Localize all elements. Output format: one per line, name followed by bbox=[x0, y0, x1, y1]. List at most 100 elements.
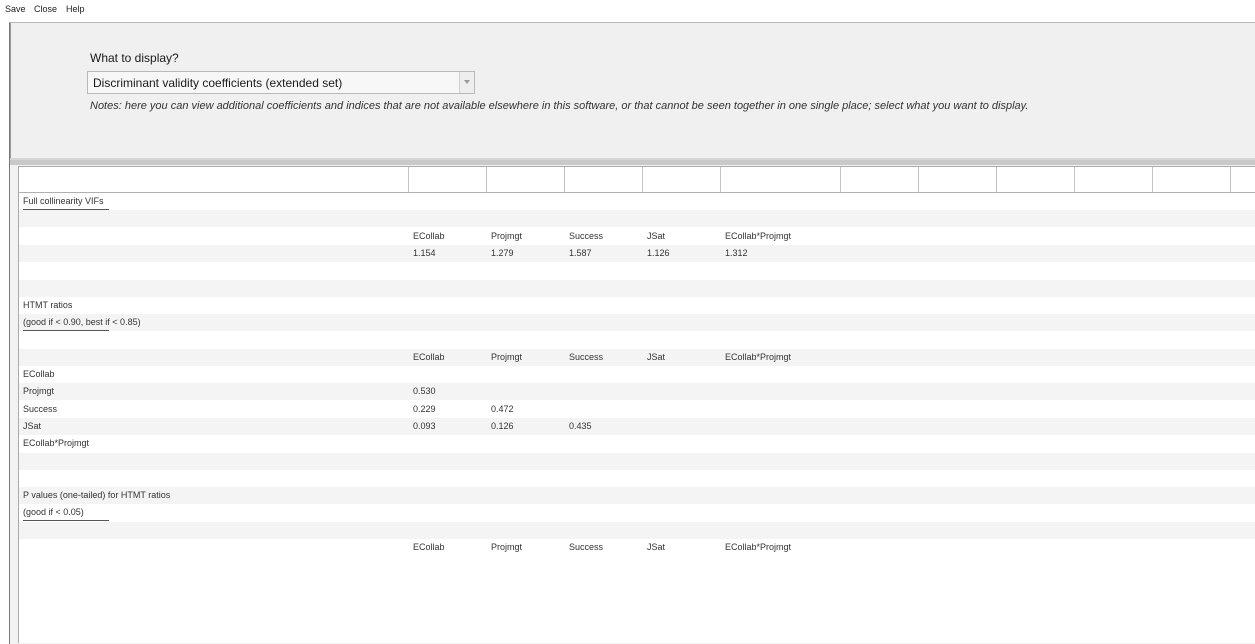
value-cell[interactable]: Projmgt bbox=[487, 349, 565, 366]
grid-header-cell[interactable] bbox=[721, 167, 841, 193]
value-cell[interactable] bbox=[409, 487, 487, 504]
value-cell[interactable] bbox=[487, 331, 565, 348]
value-cell[interactable] bbox=[721, 193, 921, 210]
value-cell[interactable] bbox=[565, 453, 643, 470]
value-cell[interactable] bbox=[409, 470, 487, 487]
value-cell[interactable]: ECollab bbox=[409, 228, 487, 245]
value-cell[interactable] bbox=[487, 504, 565, 521]
value-cell[interactable]: ECollab*Projmgt bbox=[721, 228, 921, 245]
value-cell[interactable] bbox=[643, 401, 721, 418]
row-label-cell[interactable]: (good if < 0.05) bbox=[19, 504, 409, 521]
value-cell[interactable] bbox=[487, 487, 565, 504]
row-label-cell[interactable]: Success bbox=[19, 401, 409, 418]
row-label-cell[interactable] bbox=[19, 539, 409, 556]
row-label-cell[interactable]: JSat bbox=[19, 418, 409, 435]
value-cell[interactable] bbox=[721, 487, 921, 504]
value-cell[interactable] bbox=[643, 453, 721, 470]
value-cell[interactable] bbox=[643, 366, 721, 383]
value-cell[interactable] bbox=[487, 522, 565, 539]
row-label-cell[interactable] bbox=[19, 210, 409, 227]
value-cell[interactable]: 1.126 bbox=[643, 245, 721, 262]
value-cell[interactable]: Projmgt bbox=[487, 228, 565, 245]
value-cell[interactable] bbox=[643, 504, 721, 521]
value-cell[interactable] bbox=[487, 314, 565, 331]
row-label-cell[interactable]: ECollab bbox=[19, 366, 409, 383]
value-cell[interactable] bbox=[643, 383, 721, 400]
value-cell[interactable] bbox=[721, 314, 921, 331]
grid-header-cell[interactable] bbox=[997, 167, 1075, 193]
results-grid[interactable]: Full collinearity VIFs ECollab Projmgt Succ… bbox=[18, 166, 1255, 643]
row-label-cell[interactable] bbox=[19, 349, 409, 366]
row-label-cell[interactable] bbox=[19, 262, 409, 279]
value-cell[interactable]: Success bbox=[565, 539, 643, 556]
grid-header-cell[interactable] bbox=[643, 167, 721, 193]
row-label-cell[interactable]: (good if < 0.90, best if < 0.85) bbox=[19, 314, 409, 331]
row-label-cell[interactable]: Projmgt bbox=[19, 383, 409, 400]
value-cell[interactable] bbox=[721, 470, 921, 487]
value-cell[interactable] bbox=[643, 210, 721, 227]
value-cell[interactable] bbox=[643, 193, 721, 210]
row-label-cell[interactable]: Full collinearity VIFs bbox=[19, 193, 409, 210]
display-select[interactable]: Discriminant validity coefficients (exte… bbox=[87, 71, 475, 94]
value-cell[interactable] bbox=[409, 522, 487, 539]
value-cell[interactable] bbox=[721, 522, 921, 539]
value-cell[interactable] bbox=[721, 401, 921, 418]
value-cell[interactable] bbox=[565, 401, 643, 418]
grid-header-cell[interactable] bbox=[841, 167, 919, 193]
value-cell[interactable]: 0.093 bbox=[409, 418, 487, 435]
value-cell[interactable]: 0.530 bbox=[409, 383, 487, 400]
value-cell[interactable] bbox=[565, 262, 643, 279]
value-cell[interactable]: 1.312 bbox=[721, 245, 921, 262]
value-cell[interactable] bbox=[565, 210, 643, 227]
value-cell[interactable] bbox=[643, 418, 721, 435]
value-cell[interactable] bbox=[565, 470, 643, 487]
value-cell[interactable] bbox=[643, 522, 721, 539]
value-cell[interactable]: 0.229 bbox=[409, 401, 487, 418]
value-cell[interactable]: 1.279 bbox=[487, 245, 565, 262]
value-cell[interactable] bbox=[565, 193, 643, 210]
value-cell[interactable] bbox=[721, 297, 921, 314]
menu-close[interactable]: Close bbox=[34, 4, 57, 14]
value-cell[interactable]: ECollab bbox=[409, 349, 487, 366]
value-cell[interactable] bbox=[487, 297, 565, 314]
row-label-cell[interactable]: P values (one-tailed) for HTMT ratios bbox=[19, 487, 409, 504]
value-cell[interactable]: 0.126 bbox=[487, 418, 565, 435]
value-cell[interactable] bbox=[643, 470, 721, 487]
value-cell[interactable] bbox=[487, 435, 565, 452]
value-cell[interactable] bbox=[643, 314, 721, 331]
value-cell[interactable] bbox=[409, 314, 487, 331]
row-label-cell[interactable] bbox=[19, 522, 409, 539]
value-cell[interactable] bbox=[409, 280, 487, 297]
value-cell[interactable] bbox=[565, 280, 643, 297]
grid-header-cell[interactable] bbox=[565, 167, 643, 193]
value-cell[interactable] bbox=[643, 280, 721, 297]
value-cell[interactable]: 0.435 bbox=[565, 418, 643, 435]
value-cell[interactable] bbox=[721, 210, 921, 227]
value-cell[interactable] bbox=[487, 262, 565, 279]
value-cell[interactable] bbox=[721, 331, 921, 348]
splitter-handle[interactable] bbox=[10, 160, 1255, 165]
value-cell[interactable]: 1.154 bbox=[409, 245, 487, 262]
row-label-cell[interactable] bbox=[19, 245, 409, 262]
grid-header-cell[interactable] bbox=[409, 167, 487, 193]
menu-save[interactable]: Save bbox=[5, 4, 26, 14]
value-cell[interactable] bbox=[721, 453, 921, 470]
value-cell[interactable] bbox=[565, 297, 643, 314]
value-cell[interactable] bbox=[643, 435, 721, 452]
row-label-cell[interactable]: ECollab*Projmgt bbox=[19, 435, 409, 452]
value-cell[interactable] bbox=[721, 383, 921, 400]
value-cell[interactable] bbox=[643, 487, 721, 504]
value-cell[interactable]: JSat bbox=[643, 539, 721, 556]
value-cell[interactable] bbox=[409, 262, 487, 279]
value-cell[interactable] bbox=[721, 280, 921, 297]
menu-help[interactable]: Help bbox=[66, 4, 85, 14]
value-cell[interactable] bbox=[409, 297, 487, 314]
value-cell[interactable] bbox=[565, 487, 643, 504]
value-cell[interactable] bbox=[643, 297, 721, 314]
value-cell[interactable]: Success bbox=[565, 228, 643, 245]
grid-header-cell[interactable] bbox=[1231, 167, 1255, 193]
value-cell[interactable] bbox=[487, 210, 565, 227]
value-cell[interactable] bbox=[721, 262, 921, 279]
grid-header-cell[interactable] bbox=[919, 167, 997, 193]
value-cell[interactable] bbox=[487, 280, 565, 297]
